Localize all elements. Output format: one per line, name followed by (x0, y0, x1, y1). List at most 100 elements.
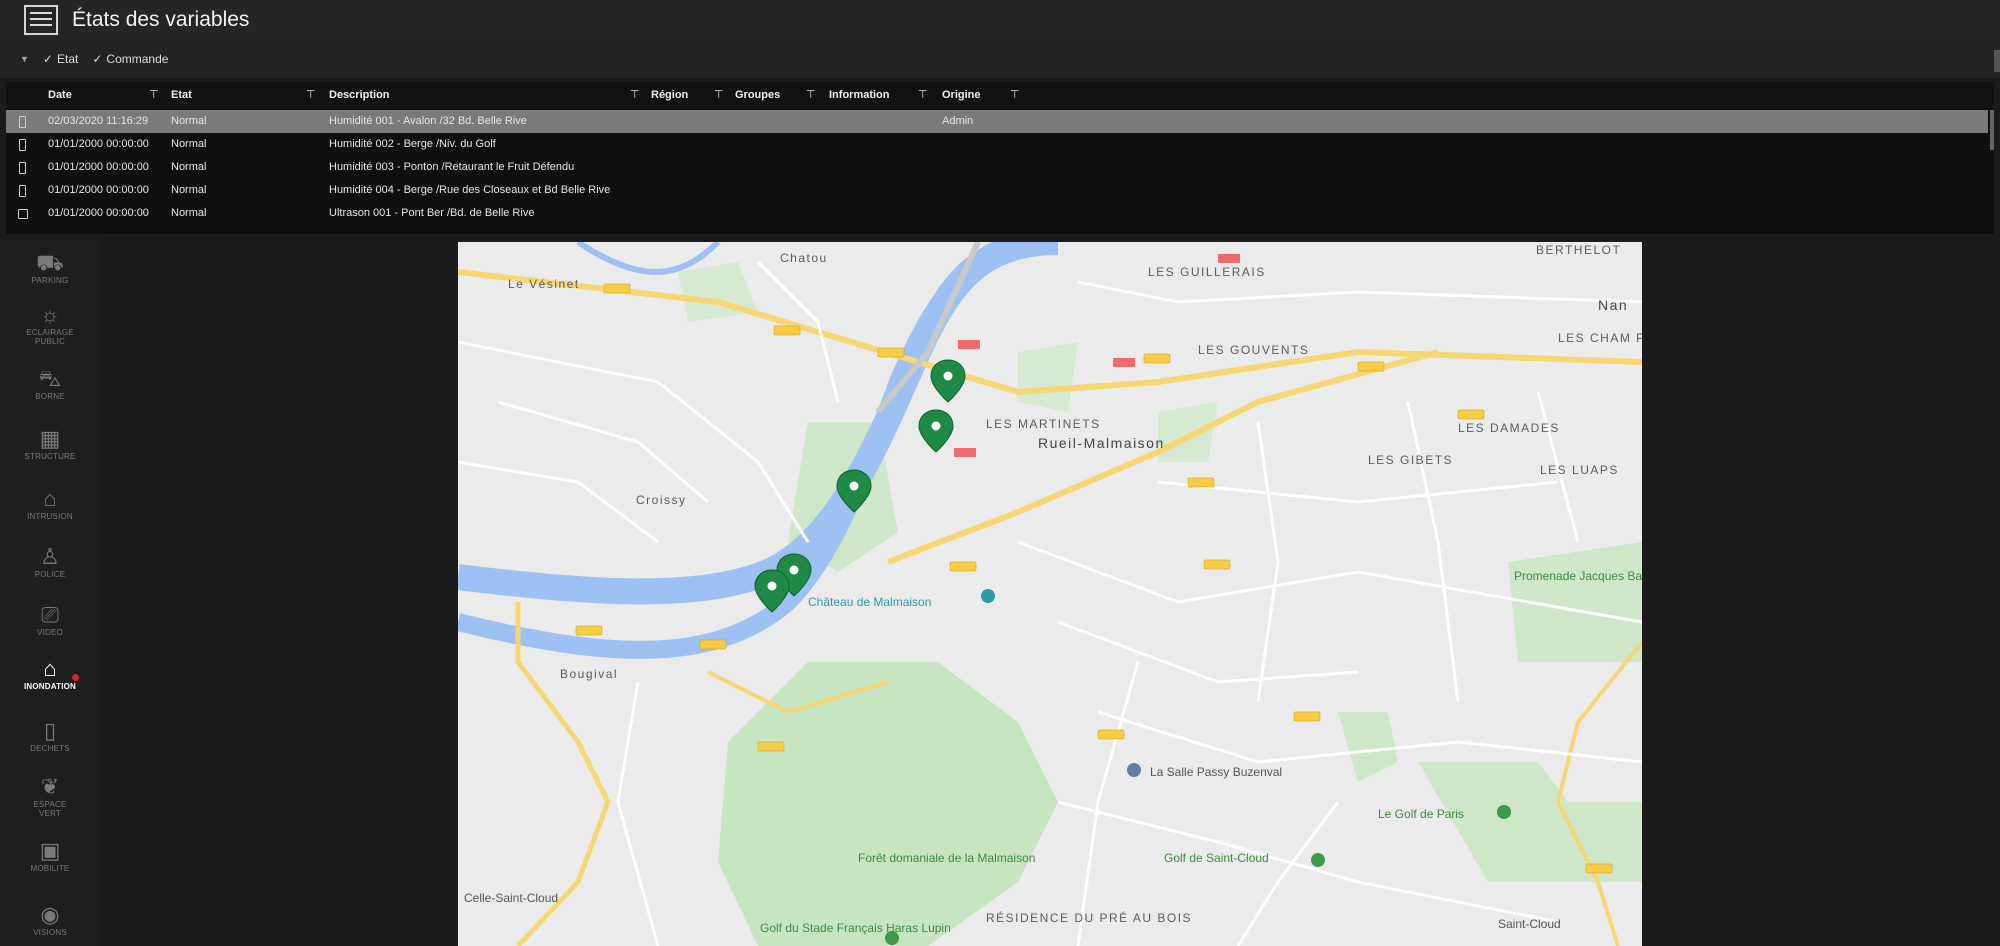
alert-badge (72, 674, 79, 681)
police-icon: ♙ (40, 544, 60, 569)
map-label-les-luaps: LES LUAPS (1540, 463, 1619, 477)
cell-description: Humidité 003 - Ponton /Retaurant le Frui… (329, 161, 575, 173)
map-label-saint-cloud: Saint-Cloud (1498, 917, 1561, 931)
table-row[interactable]: 01/01/2000 00:00:00 Normal Humidité 002 … (6, 133, 1988, 156)
sensor-icon (19, 116, 26, 128)
map-label-golf-de-paris[interactable]: Le Golf de Paris (1378, 807, 1464, 821)
chevron-down-icon[interactable]: ▼ (20, 54, 29, 64)
golf-icon[interactable] (885, 931, 899, 945)
map-canvas[interactable]: Chatou Le Vésinet Croissy Bougival LES G… (458, 242, 1642, 946)
sidebar-item-label: ESPACE VERT (33, 800, 67, 818)
sensor-icon (19, 185, 26, 197)
cell-etat: Normal (171, 184, 207, 196)
sidebar-item-borne[interactable]: ⛍ BORNE (0, 366, 100, 401)
sidebar-item-espace-vert[interactable]: ❦ ESPACE VERT (0, 774, 100, 818)
sidebar-item-label: INONDATION (23, 682, 77, 691)
sidebar-item-police[interactable]: ♙ POLICE (0, 544, 100, 579)
venue-icon[interactable] (1127, 763, 1141, 777)
filter-commande-label: Commande (106, 52, 169, 66)
sensor-icon (19, 139, 26, 151)
title-bar: États des variables (0, 0, 2000, 40)
filter-etat-checkbox[interactable]: ✓ Etat (43, 52, 78, 66)
map-label-chateau-malmaison[interactable]: Château de Malmaison (808, 595, 931, 609)
scrollbar[interactable] (1994, 50, 2000, 72)
cell-etat: Normal (171, 115, 207, 127)
map-view[interactable]: Chatou Le Vésinet Croissy Bougival LES G… (458, 242, 1642, 946)
map-label-nanterre: Nan (1598, 297, 1628, 313)
sidebar: ⛟ PARKING ☼ ECLAIRAGE PUBLIC ⛍ BORNE ▦ S… (0, 238, 100, 946)
golf-icon[interactable] (1497, 805, 1511, 819)
cell-etat: Normal (171, 207, 207, 219)
map-label-le-vesinet: Le Vésinet (508, 277, 580, 291)
map-label-golf-st-cloud[interactable]: Golf de Saint-Cloud (1164, 851, 1269, 865)
sensor-icon (19, 162, 26, 174)
filter-icon[interactable]: ⊤ (306, 82, 316, 108)
cell-origine: Admin (942, 115, 974, 127)
map-label-les-gibets: LES GIBETS (1368, 453, 1453, 467)
sidebar-item-label: VISIONS (33, 928, 67, 937)
column-header-origine[interactable]: Origine (942, 82, 981, 108)
column-header-description[interactable]: Description (329, 82, 390, 108)
table-row[interactable]: 01/01/2000 00:00:00 Normal Humidité 004 … (6, 179, 1988, 202)
lamp-icon: ☼ (39, 302, 61, 327)
sidebar-item-eclairage-public[interactable]: ☼ ECLAIRAGE PUBLIC (0, 302, 100, 346)
flood-icon: ⌂ (43, 656, 57, 681)
table-icon (24, 5, 58, 35)
filter-icon[interactable]: ⊤ (1010, 82, 1020, 108)
column-header-groupes[interactable]: Groupes (735, 82, 780, 108)
map-label-golf-stade[interactable]: Golf du Stade Français Haras Lupin (760, 921, 951, 935)
museum-icon[interactable] (981, 589, 995, 603)
sidebar-item-video[interactable]: ⎚ VIDEO (0, 602, 100, 637)
mobility-icon: ▣ (39, 838, 61, 863)
column-header-region[interactable]: Région (651, 82, 688, 108)
cell-date: 02/03/2020 11:16:29 (48, 115, 149, 127)
table-row[interactable]: 01/01/2000 00:00:00 Normal Ultrason 001 … (6, 202, 1988, 225)
sidebar-item-parking[interactable]: ⛟ PARKING (0, 250, 100, 285)
column-header-information[interactable]: Information (829, 82, 890, 108)
filter-icon[interactable]: ⊤ (714, 82, 724, 108)
ultrasound-sensor-icon (18, 209, 28, 219)
sidebar-item-label: PARKING (31, 276, 69, 285)
map-label-les-gouvents: LES GOUVENTS (1198, 343, 1309, 357)
map-label-salle-passy[interactable]: La Salle Passy Buzenval (1150, 765, 1282, 779)
table-row[interactable]: 01/01/2000 00:00:00 Normal Humidité 003 … (6, 156, 1988, 179)
map-label-promenade[interactable]: Promenade Jacques Baumel (1514, 569, 1642, 583)
sidebar-item-inondation[interactable]: ⌂ INONDATION (0, 656, 100, 691)
scrollbar[interactable] (1990, 110, 1994, 150)
check-icon: ✓ (92, 52, 103, 66)
golf-icon[interactable] (1311, 853, 1325, 867)
filter-icon[interactable]: ⊤ (918, 82, 928, 108)
table-row[interactable]: 02/03/2020 11:16:29 Normal Humidité 001 … (6, 110, 1988, 133)
sidebar-item-label: STRUCTURE (24, 452, 76, 461)
car-icon: ⛍ (38, 366, 62, 391)
sidebar-item-structure[interactable]: ▦ STRUCTURE (0, 426, 100, 461)
parking-icon: ⛟ (36, 250, 64, 275)
sidebar-item-dechets[interactable]: ▯ DECHETS (0, 718, 100, 753)
filter-icon[interactable]: ⊤ (630, 82, 640, 108)
trash-icon: ▯ (43, 718, 57, 743)
leaf-icon: ❦ (40, 774, 60, 799)
map-label-residence: RÉSIDENCE DU PRÉ AU BOIS (986, 910, 1192, 925)
sidebar-item-label: BORNE (35, 392, 65, 401)
filter-icon[interactable]: ⊤ (806, 82, 816, 108)
sidebar-item-mobilite[interactable]: ▣ MOBILITE (0, 838, 100, 873)
page-title: États des variables (72, 8, 250, 31)
column-header-etat[interactable]: Etat (171, 82, 192, 108)
map-label-croissy: Croissy (636, 493, 687, 507)
sidebar-item-label: DECHETS (30, 744, 70, 753)
column-header-date[interactable]: Date (48, 82, 72, 108)
filter-commande-checkbox[interactable]: ✓ Commande (92, 52, 168, 66)
camera-icon: ⎚ (41, 602, 59, 627)
sidebar-item-intrusion[interactable]: ⌂ INTRUSION (0, 486, 100, 521)
sidebar-item-label: POLICE (34, 570, 66, 579)
filter-icon[interactable]: ⊤ (149, 82, 159, 108)
cell-date: 01/01/2000 00:00:00 (48, 161, 149, 173)
sidebar-item-visions[interactable]: ◉ VISIONS (0, 902, 100, 937)
filter-toolbar: ▼ ✓ Etat ✓ Commande (0, 40, 2000, 78)
cell-date: 01/01/2000 00:00:00 (48, 207, 149, 219)
map-label-les-damades: LES DAMADES (1458, 421, 1560, 435)
cell-date: 01/01/2000 00:00:00 (48, 184, 149, 196)
sidebar-item-label: INTRUSION (27, 512, 73, 521)
house-icon: ⌂ (43, 486, 57, 511)
map-label-bougival: Bougival (560, 667, 618, 681)
